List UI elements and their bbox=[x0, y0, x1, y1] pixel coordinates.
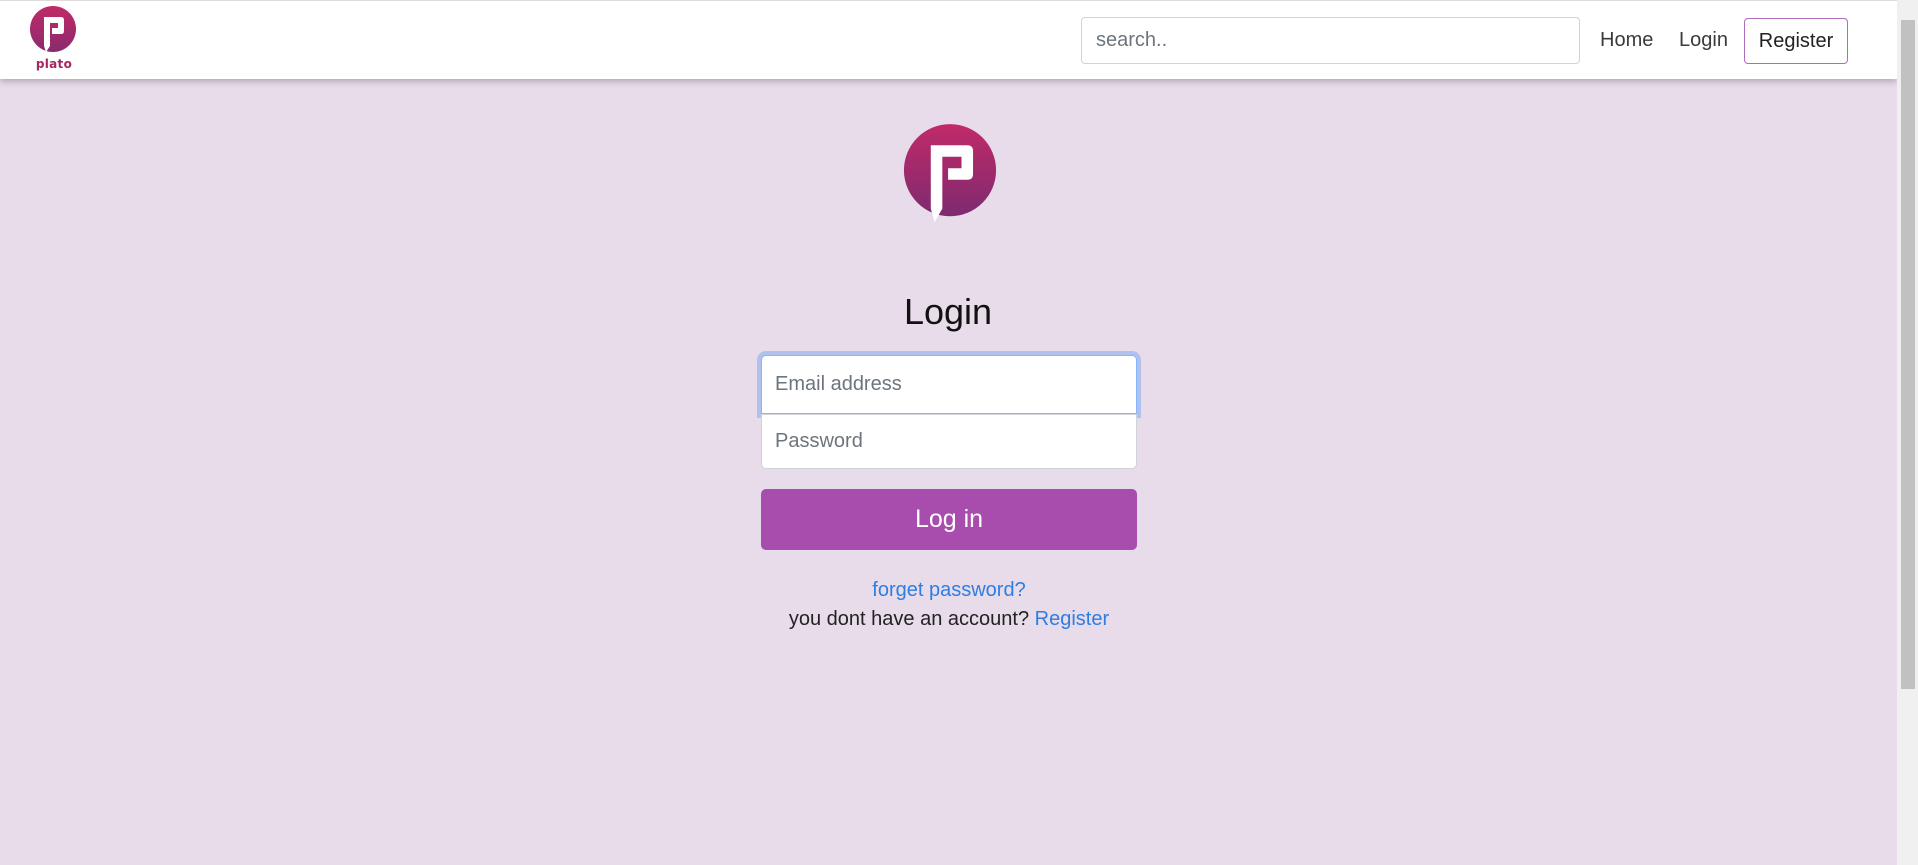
plato-logo-icon bbox=[30, 6, 76, 52]
page-title: Login bbox=[903, 291, 993, 332]
nav-link-home[interactable]: Home bbox=[1600, 26, 1653, 54]
nav-register-button[interactable]: Register bbox=[1744, 18, 1848, 64]
forgot-password-link[interactable]: forget password? bbox=[761, 578, 1137, 602]
register-link[interactable]: Register bbox=[1035, 608, 1109, 630]
password-field[interactable] bbox=[761, 414, 1137, 469]
scrollbar-thumb[interactable] bbox=[1901, 20, 1915, 689]
vertical-scrollbar[interactable] bbox=[1897, 0, 1918, 865]
no-account-text: you dont have an account? bbox=[788, 608, 1030, 630]
top-navbar: plato Home Login Register bbox=[0, 0, 1897, 79]
register-prompt: you dont have an account? Register bbox=[761, 607, 1137, 631]
login-button[interactable]: Log in bbox=[761, 489, 1137, 550]
nav-link-login[interactable]: Login bbox=[1679, 26, 1728, 54]
brand-name: plato bbox=[35, 57, 73, 71]
search-input[interactable] bbox=[1081, 17, 1580, 64]
brand-logo[interactable]: plato bbox=[28, 5, 78, 75]
plato-logo-icon bbox=[903, 124, 997, 223]
page-viewport: plato Home Login Register Login Log in f… bbox=[0, 0, 1918, 865]
email-field[interactable] bbox=[761, 355, 1137, 414]
main-logo bbox=[902, 122, 998, 228]
